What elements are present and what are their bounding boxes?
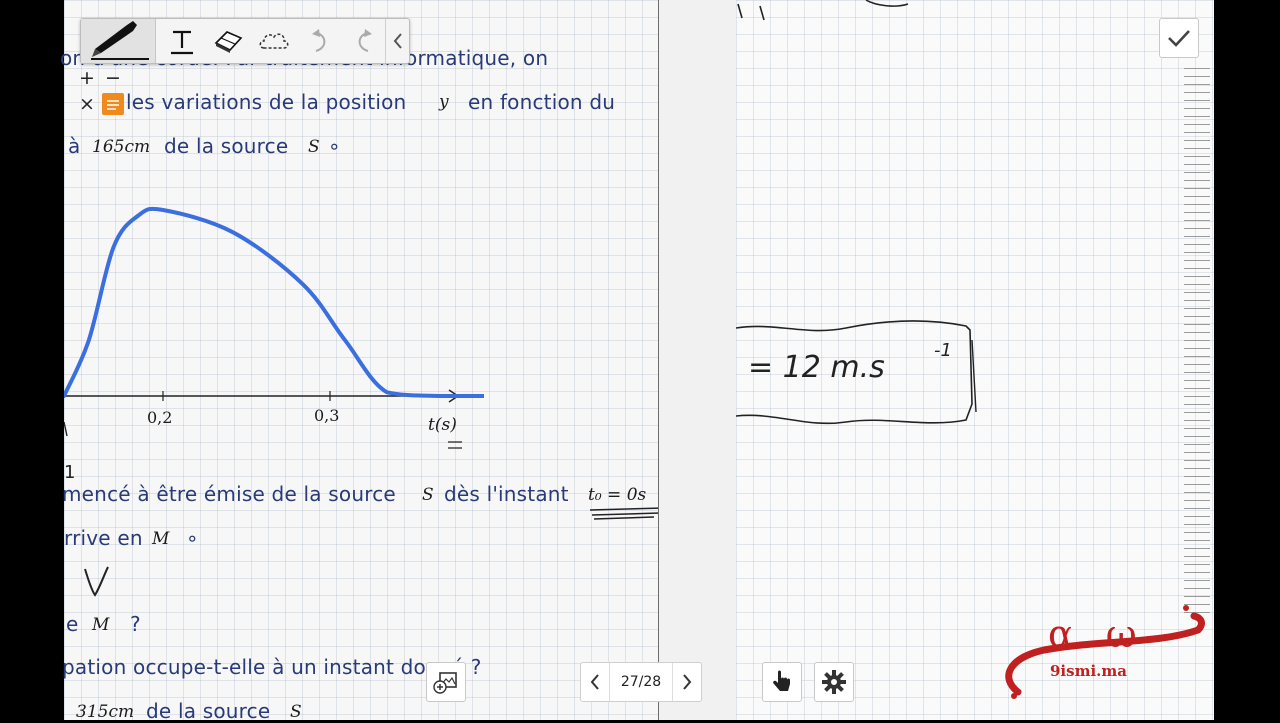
doc-line-8: de la source <box>146 699 271 723</box>
minus-icon: − <box>105 67 121 89</box>
prev-page-button[interactable] <box>581 663 609 701</box>
doc-line-2a: les variations de la position <box>126 90 407 114</box>
handwritten-underline-t0 <box>589 507 665 520</box>
drawing-toolbar <box>80 18 410 64</box>
pen-icon <box>91 21 149 60</box>
lines-icon <box>107 100 119 110</box>
punct-q: ? <box>130 612 141 636</box>
math-M: M <box>152 529 170 549</box>
left-black-border <box>0 0 64 720</box>
chevron-left-icon <box>393 33 402 49</box>
math-M-2: M <box>92 615 110 635</box>
zoom-out-button[interactable]: − <box>100 65 126 91</box>
x-axis-label: t(s) <box>428 415 457 435</box>
lasso-cloud-icon <box>259 33 289 49</box>
chevron-right-icon <box>683 674 692 690</box>
hand-pointer-icon <box>773 670 790 691</box>
math-165cm: 165cm <box>92 137 151 157</box>
zoom-pad: + − × <box>70 63 126 119</box>
doc-line-4a: mencé à être émise de la source <box>62 482 396 506</box>
math-315cm: 315cm <box>76 702 135 722</box>
doc-line-2b: en fonction du <box>468 90 616 114</box>
plus-icon: + <box>79 67 95 89</box>
eraser-icon <box>214 31 243 53</box>
add-image-icon <box>433 672 457 694</box>
axis-label-underline <box>448 441 462 449</box>
math-y: y <box>439 92 449 112</box>
lasso-tool-button[interactable] <box>253 19 295 63</box>
settings-button[interactable] <box>814 662 854 702</box>
position-time-chart: 0,2 0,3 t(s) <box>64 206 484 449</box>
next-page-button[interactable] <box>673 663 701 701</box>
punct-dot-2: ∘ <box>186 526 199 550</box>
handwritten-v-mark <box>84 566 109 597</box>
top-scribble <box>737 0 909 21</box>
signal-curve <box>64 206 484 398</box>
doc-line-3b: de la source <box>164 134 289 158</box>
redo-button[interactable] <box>343 19 385 63</box>
collapse-toolbar-button[interactable] <box>385 19 410 63</box>
page-gutter <box>658 0 736 720</box>
confirm-button[interactable] <box>1159 18 1199 58</box>
math-S-3: S <box>290 702 302 722</box>
undo-icon <box>312 29 326 52</box>
logo-site-name: 9ismi.ma <box>1050 662 1127 680</box>
chevron-left-icon <box>590 674 599 690</box>
math-S: S <box>308 137 320 157</box>
math-t0: t₀ = 0s <box>588 485 647 505</box>
color-swatch-button[interactable] <box>102 93 124 115</box>
math-S-2: S <box>422 485 434 505</box>
gear-icon <box>822 670 846 694</box>
eraser-tool-button[interactable] <box>207 19 249 63</box>
doc-line-3a: à <box>68 134 81 158</box>
page-divider <box>658 0 659 720</box>
page-navigator: 27/28 <box>580 662 702 702</box>
site-logo: α ω 9ismi.ma <box>998 604 1208 700</box>
doc-line-7: pation occupe-t-elle à un instant donné … <box>62 655 482 679</box>
x-tick-label-03: 0,3 <box>314 406 339 425</box>
handwritten-tick: 1 <box>64 462 76 483</box>
pen-tool-button[interactable] <box>81 19 156 63</box>
undo-button[interactable] <box>299 19 341 63</box>
checkmark-icon <box>1168 30 1190 47</box>
speed-annotation-text: = 12 m.s <box>748 350 885 385</box>
doc-line-6: e <box>66 612 79 636</box>
punct-dot-1: ∘ <box>328 134 341 158</box>
close-icon: × <box>79 93 95 115</box>
text-tool-icon <box>171 30 193 55</box>
doc-line-4b: dès l'instant <box>444 482 569 506</box>
pointer-mode-button[interactable] <box>762 662 802 702</box>
add-page-button[interactable] <box>426 662 466 702</box>
document-page[interactable]: on d'une corde. Par traitement informati… <box>60 0 658 723</box>
text-tool-button[interactable] <box>161 19 203 63</box>
x-tick-label-02: 0,2 <box>147 408 172 427</box>
close-pad-button[interactable]: × <box>74 91 100 117</box>
notebook-spiral-ruling <box>1184 68 1210 616</box>
doc-line-5: rrive en <box>64 526 143 550</box>
logo-symbol: α ω <box>1048 612 1147 656</box>
page-indicator: 27/28 <box>609 663 673 701</box>
speed-annotation-exponent: -1 <box>934 340 952 361</box>
handwritten-mark <box>64 421 68 437</box>
right-black-border <box>1214 0 1280 720</box>
redo-icon <box>358 29 372 52</box>
zoom-in-button[interactable]: + <box>74 65 100 91</box>
